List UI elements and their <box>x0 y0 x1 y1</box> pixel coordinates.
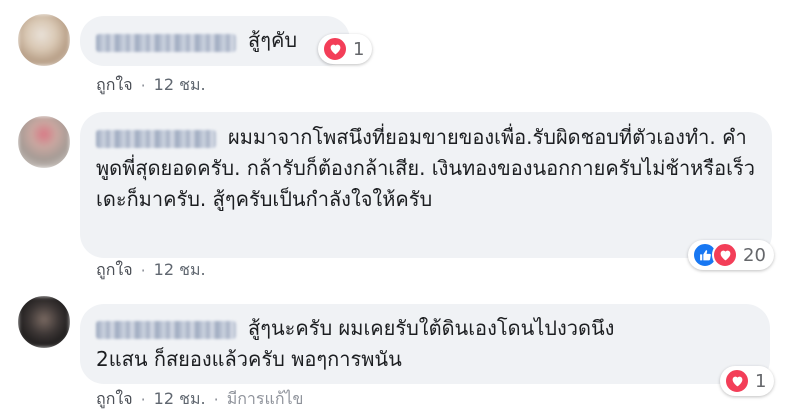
separator-dot: · <box>140 390 146 409</box>
comment-text-wrap: สู้ๆนะครับ ผมเคยรับใต้ดินเองโดนไปงวดนึง … <box>96 313 656 375</box>
like-link[interactable]: ถูกใจ <box>96 258 133 283</box>
comment-thread: สู้ๆคับ 1 ถูกใจ · 12 ชม. ผมมาจากโพสนึงที… <box>0 0 800 420</box>
reaction-count: 1 <box>755 370 767 392</box>
comment-actions: ถูกใจ · 12 ชม. · มีการแก้ไข <box>96 387 303 412</box>
separator-dot: · <box>140 261 146 280</box>
edited-label[interactable]: มีการแก้ไข <box>227 387 304 412</box>
comment-bubble: สู้ๆนะครับ ผมเคยรับใต้ดินเองโดนไปงวดนึง … <box>80 304 770 384</box>
comment-text-wrap: ผมมาจากโพสนึงที่ยอมขายของเพื่อ.รับผิดชอบ… <box>96 122 756 215</box>
comment-time[interactable]: 12 ชม. <box>154 258 206 283</box>
author-name[interactable] <box>96 320 236 339</box>
comment-actions: ถูกใจ · 12 ชม. <box>96 258 206 283</box>
avatar[interactable] <box>18 296 70 348</box>
comment-time[interactable]: 12 ชม. <box>154 387 206 412</box>
separator-dot: · <box>213 390 219 409</box>
heart-icon <box>712 242 738 268</box>
comment-item: สู้ๆนะครับ ผมเคยรับใต้ดินเองโดนไปงวดนึง … <box>0 0 800 409</box>
heart-icon <box>724 368 750 394</box>
author-name[interactable] <box>96 129 216 148</box>
reaction-summary[interactable]: 20 <box>688 240 774 270</box>
reaction-summary[interactable]: 1 <box>720 366 775 396</box>
comment-bubble: ผมมาจากโพสนึงที่ยอมขายของเพื่อ.รับผิดชอบ… <box>80 112 772 258</box>
avatar[interactable] <box>18 116 70 168</box>
reaction-count: 20 <box>743 244 766 266</box>
like-link[interactable]: ถูกใจ <box>96 387 133 412</box>
